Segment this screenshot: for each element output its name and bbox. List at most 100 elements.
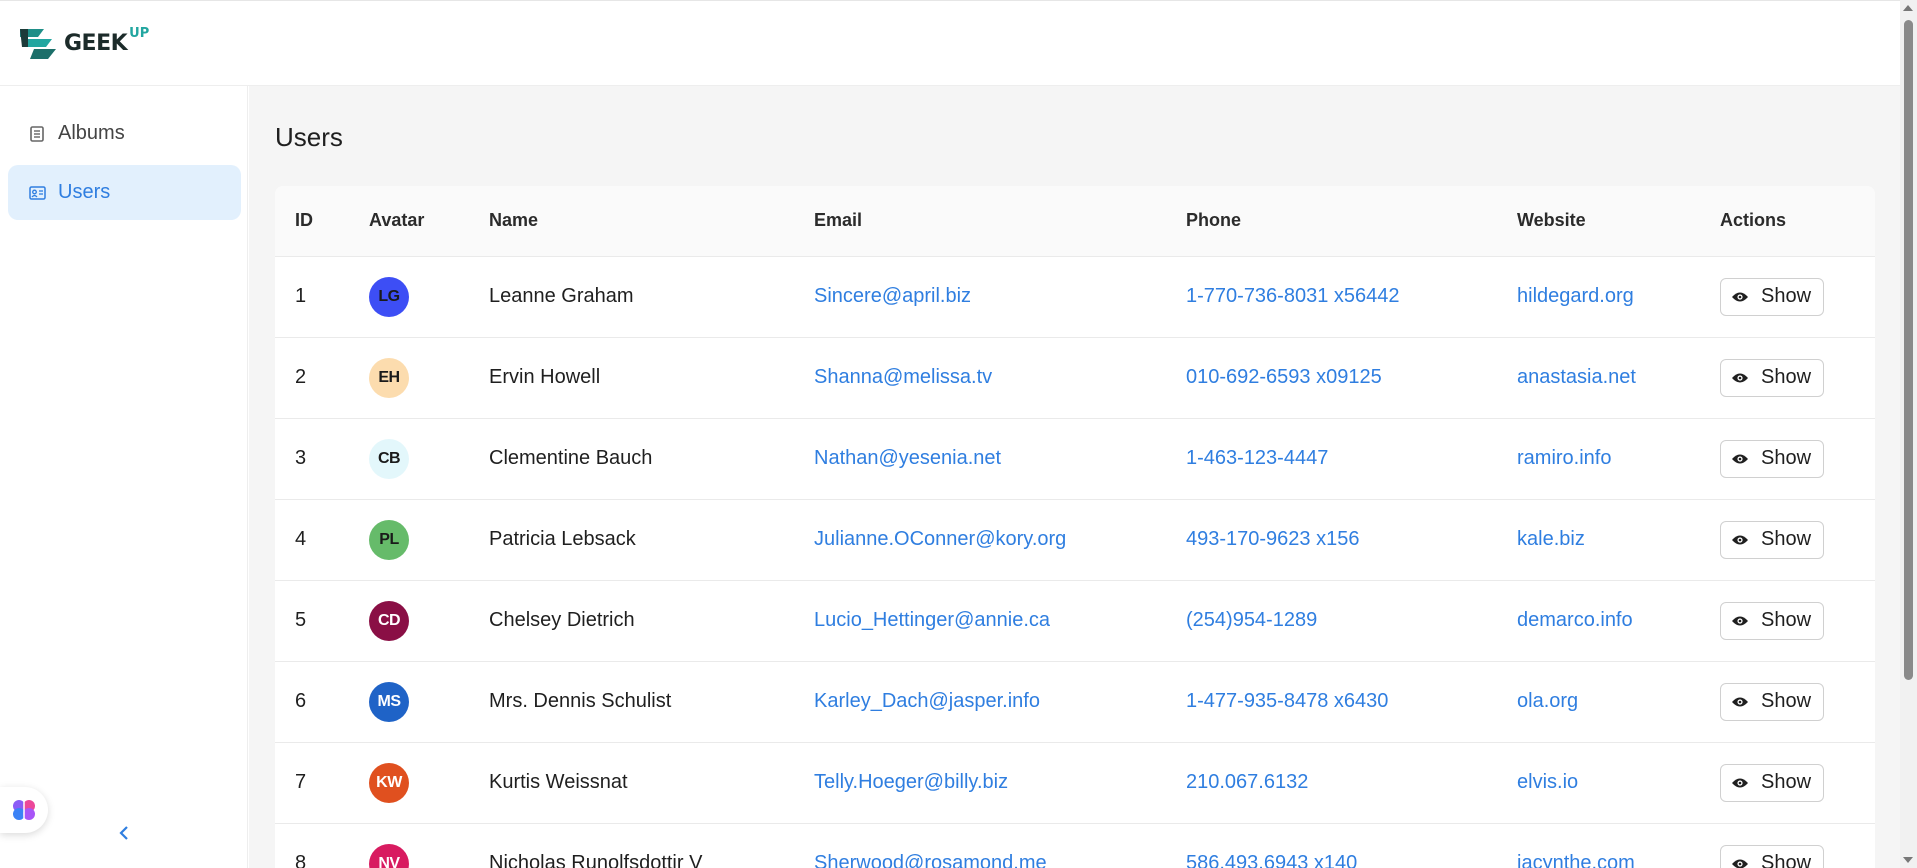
show-button[interactable]: Show: [1720, 277, 1825, 316]
website-cell: kale.biz: [1497, 499, 1700, 581]
avatar: MS: [369, 681, 409, 722]
phone-link[interactable]: 1-463-123-4447: [1186, 447, 1328, 469]
email-link[interactable]: Karley_Dach@jasper.info: [814, 690, 1040, 712]
website-link[interactable]: elvis.io: [1517, 771, 1578, 793]
sidebar-item-users[interactable]: Users: [8, 165, 241, 220]
email-cell: Karley_Dach@jasper.info: [794, 661, 1166, 743]
user-id: 8: [275, 823, 349, 868]
user-name: Nicholas Runolfsdottir V: [469, 823, 794, 868]
user-name: Ervin Howell: [469, 337, 794, 419]
phone-link[interactable]: 586.493.6943 x140: [1186, 852, 1357, 868]
avatar: PL: [369, 519, 409, 560]
table-row: 1 LG Leanne Graham Sincere@april.biz 1-770-7…: [275, 256, 1875, 338]
email-link[interactable]: Julianne.OConner@kory.org: [814, 528, 1066, 550]
scroll-down-arrow-icon[interactable]: [1903, 857, 1913, 863]
logo-superscript: UP: [129, 26, 150, 41]
avatar-cell: CB: [349, 418, 469, 500]
avatar-cell: NV: [349, 823, 469, 868]
website-link[interactable]: ramiro.info: [1517, 447, 1611, 469]
show-button-label: Show: [1761, 366, 1812, 388]
table-row: 8 NV Nicholas Runolfsdottir V Sherwood@rosa…: [275, 823, 1875, 868]
user-id: 2: [275, 337, 349, 419]
email-link[interactable]: Nathan@yesenia.net: [814, 447, 1001, 469]
show-button-label: Show: [1761, 771, 1812, 793]
website-link[interactable]: jacynthe.com: [1517, 852, 1635, 868]
avatar: NV: [369, 843, 409, 868]
email-cell: Julianne.OConner@kory.org: [794, 499, 1166, 581]
page-title: Users: [275, 122, 343, 152]
avatar-cell: MS: [349, 661, 469, 743]
phone-cell: 210.067.6132: [1166, 742, 1497, 824]
eye-icon: [1731, 858, 1749, 868]
table-row: 4 PL Patricia Lebsack Julianne.OConner@kory…: [275, 499, 1875, 581]
column-header-website[interactable]: Website: [1497, 186, 1700, 257]
table-row: 7 KW Kurtis Weissnat Telly.Hoeger@billy.biz…: [275, 742, 1875, 824]
show-button-label: Show: [1761, 609, 1812, 631]
brain-icon: [13, 800, 35, 820]
eye-icon: [1731, 453, 1749, 465]
column-header-email[interactable]: Email: [794, 186, 1166, 257]
phone-link[interactable]: (254)954-1289: [1186, 609, 1317, 631]
table-row: 3 CB Clementine Bauch Nathan@yesenia.net 1-4…: [275, 418, 1875, 500]
sidebar-item-label: Users: [58, 181, 111, 203]
user-id: 4: [275, 499, 349, 581]
email-link[interactable]: Sincere@april.biz: [814, 285, 971, 307]
show-button[interactable]: Show: [1720, 601, 1825, 640]
show-button[interactable]: Show: [1720, 358, 1825, 397]
phone-link[interactable]: 1-770-736-8031 x56442: [1186, 285, 1400, 307]
phone-cell: 586.493.6943 x140: [1166, 823, 1497, 868]
column-header-avatar[interactable]: Avatar: [349, 186, 469, 257]
table-row: 5 CD Chelsey Dietrich Lucio_Hettinger@annie…: [275, 580, 1875, 662]
scroll-thumb[interactable]: [1904, 20, 1913, 680]
email-link[interactable]: Lucio_Hettinger@annie.ca: [814, 609, 1050, 631]
avatar-cell: PL: [349, 499, 469, 581]
show-button[interactable]: Show: [1720, 763, 1825, 802]
assistant-button[interactable]: [0, 787, 48, 833]
website-link[interactable]: anastasia.net: [1517, 366, 1636, 388]
email-link[interactable]: Telly.Hoeger@billy.biz: [814, 771, 1008, 793]
column-header-id[interactable]: ID: [275, 186, 349, 257]
phone-link[interactable]: 210.067.6132: [1186, 771, 1308, 793]
table-header-row: ID Avatar Name Email Phone Website Actio…: [275, 186, 1875, 257]
phone-cell: 1-770-736-8031 x56442: [1166, 256, 1497, 338]
avatar-cell: KW: [349, 742, 469, 824]
logo[interactable]: GEEK UP: [18, 25, 149, 61]
phone-link[interactable]: 010-692-6593 x09125: [1186, 366, 1382, 388]
sidebar-item-label: Albums: [58, 122, 125, 144]
scroll-up-arrow-icon[interactable]: [1903, 5, 1913, 11]
user-name: Patricia Lebsack: [469, 499, 794, 581]
avatar: EH: [369, 357, 409, 398]
eye-icon: [1731, 696, 1749, 708]
sidebar: Albums Users: [0, 86, 248, 868]
show-button[interactable]: Show: [1720, 844, 1825, 868]
column-header-phone[interactable]: Phone: [1166, 186, 1497, 257]
website-link[interactable]: hildegard.org: [1517, 285, 1634, 307]
show-button[interactable]: Show: [1720, 520, 1825, 559]
website-cell: jacynthe.com: [1497, 823, 1700, 868]
website-cell: anastasia.net: [1497, 337, 1700, 419]
email-cell: Sherwood@rosamond.me: [794, 823, 1166, 868]
chevron-left-icon[interactable]: [112, 821, 136, 845]
sidebar-item-albums[interactable]: Albums: [8, 106, 241, 161]
avatar-cell: LG: [349, 256, 469, 338]
email-link[interactable]: Shanna@melissa.tv: [814, 366, 992, 388]
show-button-label: Show: [1761, 447, 1812, 469]
website-link[interactable]: demarco.info: [1517, 609, 1633, 631]
show-button[interactable]: Show: [1720, 439, 1825, 478]
avatar: KW: [369, 762, 409, 803]
phone-link[interactable]: 493-170-9623 x156: [1186, 528, 1359, 550]
show-button-label: Show: [1761, 528, 1812, 550]
table-row: 6 MS Mrs. Dennis Schulist Karley_Dach@jaspe…: [275, 661, 1875, 743]
show-button[interactable]: Show: [1720, 682, 1825, 721]
actions-cell: Show: [1700, 418, 1875, 500]
user-id: 6: [275, 661, 349, 743]
logo-mark-icon: [20, 29, 56, 59]
website-link[interactable]: kale.biz: [1517, 528, 1585, 550]
page-scrollbar[interactable]: [1900, 0, 1917, 868]
email-link[interactable]: Sherwood@rosamond.me: [814, 852, 1047, 868]
website-link[interactable]: ola.org: [1517, 690, 1578, 712]
column-header-name[interactable]: Name: [469, 186, 794, 257]
phone-link[interactable]: 1-477-935-8478 x6430: [1186, 690, 1388, 712]
email-cell: Nathan@yesenia.net: [794, 418, 1166, 500]
actions-cell: Show: [1700, 337, 1875, 419]
